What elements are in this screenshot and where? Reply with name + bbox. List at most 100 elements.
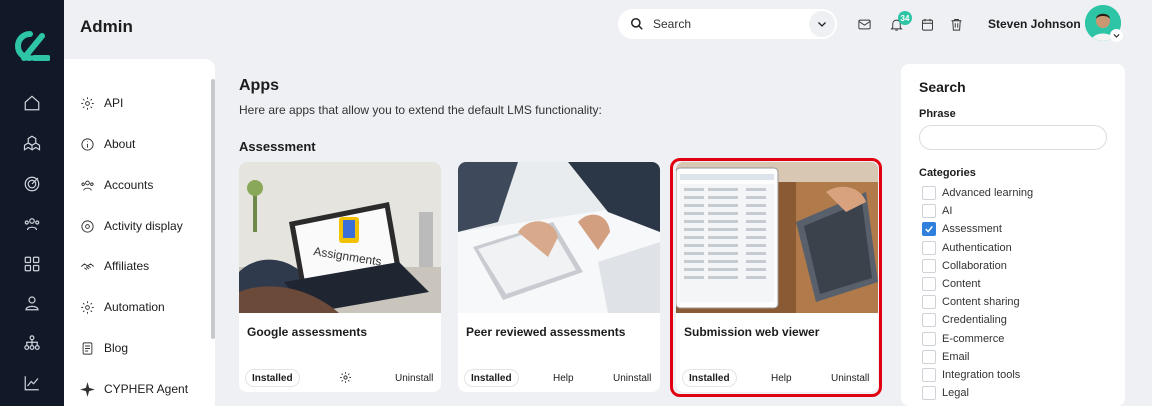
category-label: Assessment — [942, 223, 1002, 236]
app-image — [458, 162, 660, 313]
logo-icon[interactable] — [10, 28, 50, 64]
checkbox-icon[interactable] — [922, 331, 936, 346]
app-image: Assignments — [239, 162, 441, 313]
sidebar-item-label: Accounts — [104, 178, 154, 192]
mail-icon[interactable] — [855, 15, 873, 33]
section-title: Apps — [239, 77, 279, 94]
grid-icon[interactable] — [21, 253, 43, 275]
handshake-icon — [80, 262, 95, 270]
category-label: Advanced learning — [942, 187, 1034, 199]
user-name[interactable]: Steven Johnson — [988, 17, 1081, 31]
uninstall-button[interactable]: Uninstall — [613, 373, 651, 384]
highlight-outline — [670, 158, 882, 397]
category-checkbox-credentialing[interactable]: Credentialing — [922, 312, 1007, 328]
category-checkbox-ai[interactable]: AI — [922, 203, 952, 219]
calendar-icon[interactable] — [918, 15, 936, 33]
checkbox-icon[interactable] — [922, 186, 936, 200]
category-checkbox-content-sharing[interactable]: Content sharing — [922, 294, 1020, 310]
sidebar-item-cypher-agent[interactable]: CYPHER Agent — [80, 378, 188, 400]
sidebar-item-label: CYPHER Agent — [104, 382, 189, 396]
category-checkbox-assessment[interactable]: Assessment — [922, 221, 1002, 237]
app-rail — [0, 0, 64, 406]
settings-sidebar: API About Accounts Activity display Affi… — [64, 59, 215, 406]
categories-label: Categories — [919, 167, 976, 179]
info-icon — [81, 137, 94, 151]
home-icon[interactable] — [21, 92, 43, 114]
sidebar-item-automation[interactable]: Automation — [80, 296, 165, 318]
modules-icon[interactable] — [21, 132, 43, 154]
checkbox-icon[interactable] — [922, 277, 936, 291]
checkbox-icon[interactable] — [922, 386, 936, 401]
help-link[interactable]: Help — [553, 373, 574, 384]
phrase-label: Phrase — [919, 108, 956, 120]
app-name: Peer reviewed assessments — [466, 325, 626, 339]
filter-panel: Search Phrase Categories Advanced learni… — [901, 64, 1125, 406]
category-checkbox-e-commerce[interactable]: E-commerce — [922, 331, 1004, 347]
section-description: Here are apps that allow you to extend t… — [239, 103, 602, 117]
checkbox-icon[interactable] — [922, 349, 936, 364]
category-checkbox-content[interactable]: Content — [922, 276, 981, 292]
app-name: Google assessments — [247, 325, 368, 339]
trash-icon[interactable] — [947, 15, 965, 33]
sparkle-icon — [80, 381, 95, 397]
user-icon[interactable] — [21, 292, 43, 314]
category-label: Authentication — [942, 241, 1012, 254]
checkbox-icon[interactable] — [922, 240, 936, 255]
activity-icon — [81, 219, 94, 233]
category-checkbox-authentication[interactable]: Authentication — [922, 240, 1012, 256]
status-badge: Installed — [245, 369, 300, 387]
chart-icon[interactable] — [21, 372, 43, 394]
category-label: Legal — [942, 387, 969, 400]
sidebar-item-api[interactable]: API — [80, 92, 123, 114]
category-checkbox-integration-tools[interactable]: Integration tools — [922, 367, 1020, 383]
checkbox-icon[interactable] — [922, 258, 936, 273]
notification-badge: 34 — [898, 11, 912, 25]
sidebar-item-blog[interactable]: Blog — [80, 337, 128, 359]
sidebar-item-label: Affiliates — [104, 259, 150, 273]
sidebar-item-label: Blog — [104, 341, 129, 355]
gear-icon — [81, 96, 94, 110]
checkbox-icon[interactable] — [922, 295, 936, 310]
blog-icon — [82, 341, 93, 355]
checkbox-icon[interactable] — [922, 368, 936, 382]
search-input[interactable]: Search — [653, 17, 809, 31]
category-label: Email — [942, 350, 970, 363]
search-icon — [630, 17, 643, 30]
sidebar-item-affiliates[interactable]: Affiliates — [80, 255, 149, 277]
checkbox-checked-icon[interactable] — [922, 222, 936, 237]
checkbox-icon[interactable] — [922, 204, 936, 219]
users-icon — [81, 180, 94, 191]
category-label: Integration tools — [942, 369, 1021, 381]
sidebar-item-accounts[interactable]: Accounts — [80, 174, 153, 196]
checkbox-icon[interactable] — [922, 313, 936, 328]
chevron-down-icon[interactable] — [809, 11, 835, 37]
global-search[interactable]: Search — [618, 9, 837, 39]
app-card-peer-reviewed-assessments[interactable]: Peer reviewed assessments Installed Help… — [458, 162, 660, 392]
category-label: Content sharing — [942, 296, 1020, 309]
sidebar-item-label: Automation — [104, 300, 165, 314]
target-icon[interactable] — [21, 173, 43, 195]
gear-icon — [81, 300, 94, 314]
category-label: Credentialing — [942, 314, 1007, 327]
category-heading: Assessment — [239, 139, 316, 154]
sidebar-item-about[interactable]: About — [80, 133, 135, 155]
hierarchy-icon[interactable] — [21, 332, 43, 354]
sidebar-item-label: About — [104, 137, 136, 151]
uninstall-button[interactable]: Uninstall — [395, 373, 433, 384]
sidebar-item-label: API — [104, 96, 124, 110]
user-menu-chevron-icon[interactable] — [1110, 29, 1123, 42]
filter-title: Search — [919, 79, 966, 95]
sidebar-item-activity-display[interactable]: Activity display — [80, 215, 183, 237]
category-label: Content — [942, 278, 981, 290]
settings-icon[interactable] — [339, 371, 352, 387]
category-label: E-commerce — [942, 332, 1005, 345]
category-checkbox-legal[interactable]: Legal — [922, 385, 969, 401]
sidebar-item-label: Activity display — [104, 219, 183, 233]
users-icon[interactable] — [21, 213, 43, 235]
category-checkbox-collaboration[interactable]: Collaboration — [922, 258, 1007, 274]
category-checkbox-advanced-learning[interactable]: Advanced learning — [922, 185, 1033, 201]
app-card-google-assessments[interactable]: Assignments Google assessments Installed… — [239, 162, 441, 392]
category-checkbox-email[interactable]: Email — [922, 349, 970, 365]
phrase-input[interactable] — [919, 125, 1107, 150]
sidebar-scrollbar[interactable] — [211, 79, 215, 339]
